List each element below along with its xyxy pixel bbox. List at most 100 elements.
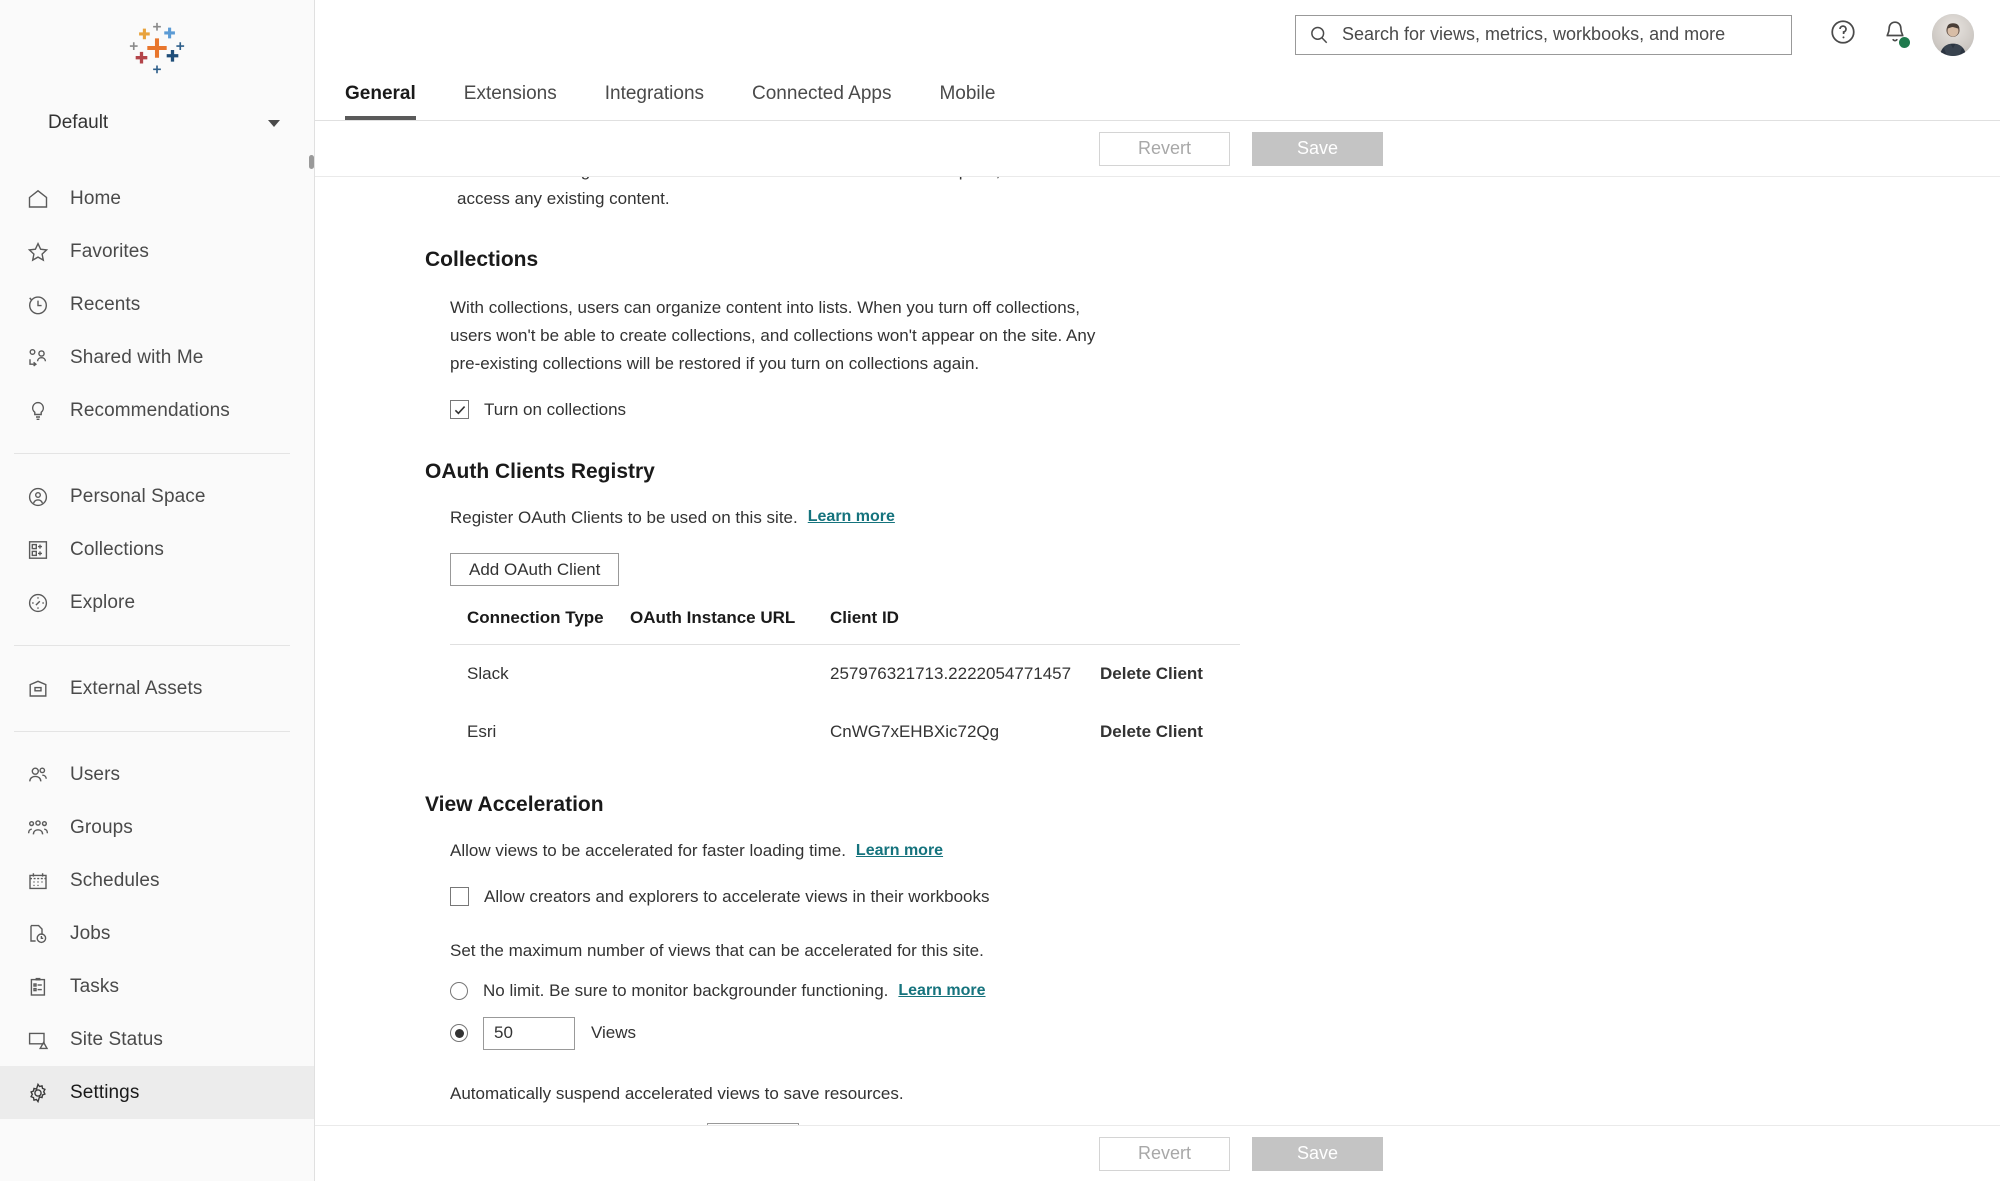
sidebar-item-label: Recents xyxy=(70,293,141,315)
notifications-button[interactable] xyxy=(1872,12,1918,58)
no-limit-learn-more-link[interactable]: Learn more xyxy=(898,982,985,1000)
allow-accelerate-checkbox[interactable] xyxy=(450,887,469,907)
turn-on-collections-checkbox[interactable] xyxy=(450,400,469,420)
sidebar-divider xyxy=(14,731,290,732)
limit-views-unit: Views xyxy=(591,1023,637,1043)
site-selector[interactable]: Default xyxy=(0,96,314,150)
sidebar-item-recommendations[interactable]: Recommendations xyxy=(0,384,314,437)
sidebar: Default Home Favorites Recents Shared wi… xyxy=(0,0,315,1181)
database-box-icon xyxy=(24,675,52,703)
oauth-description: Register OAuth Clients to be used on thi… xyxy=(450,507,798,527)
sidebar-item-recents[interactable]: Recents xyxy=(0,278,314,331)
revert-button-top[interactable]: Revert xyxy=(1099,131,1230,166)
settings-content: Users will no longer be able to add new … xyxy=(315,121,2000,1181)
sidebar-item-jobs[interactable]: Jobs xyxy=(0,907,314,960)
cell-connection-type: Esri xyxy=(467,722,497,742)
cell-client-id: 257976321713.2222054771457 xyxy=(830,664,1072,684)
sidebar-group-content: Personal Space Collections Explore xyxy=(0,470,314,629)
tab-general[interactable]: General xyxy=(345,83,416,120)
sidebar-item-home[interactable]: Home xyxy=(0,172,314,225)
sidebar-item-favorites[interactable]: Favorites xyxy=(0,225,314,278)
tab-extensions[interactable]: Extensions xyxy=(464,83,557,120)
sidebar-item-label: Home xyxy=(70,187,122,209)
calendar-icon xyxy=(24,867,52,895)
person-circle-icon xyxy=(24,483,52,511)
checkmark-icon xyxy=(454,405,465,414)
help-button[interactable] xyxy=(1820,12,1866,58)
sidebar-item-site-status[interactable]: Site Status xyxy=(0,1013,314,1066)
limit-radio-row[interactable]: 50 Views xyxy=(450,1016,2000,1050)
cell-instance-url xyxy=(630,703,830,761)
search-icon xyxy=(1308,24,1330,46)
collections-grid-icon xyxy=(24,536,52,564)
sidebar-item-label: Explore xyxy=(70,591,136,613)
save-button-top[interactable]: Save xyxy=(1252,131,1383,166)
search-input[interactable]: Search for views, metrics, workbooks, an… xyxy=(1295,14,1792,55)
revert-button-bottom[interactable]: Revert xyxy=(1099,1136,1230,1171)
gear-icon xyxy=(24,1079,52,1107)
search-placeholder: Search for views, metrics, workbooks, an… xyxy=(1342,24,1726,44)
shared-users-icon xyxy=(24,344,52,372)
limit-radio[interactable] xyxy=(450,1024,468,1043)
sidebar-item-personal-space[interactable]: Personal Space xyxy=(0,470,314,523)
oauth-section: OAuth Clients Registry Register OAuth Cl… xyxy=(425,460,2000,762)
tab-integrations[interactable]: Integrations xyxy=(605,83,704,120)
sidebar-item-groups[interactable]: Groups xyxy=(0,801,314,854)
oauth-learn-more-link[interactable]: Learn more xyxy=(808,508,895,526)
oauth-table-header-row: Connection Type OAuth Instance URL Clien… xyxy=(450,608,1240,646)
sidebar-item-schedules[interactable]: Schedules xyxy=(0,854,314,907)
help-circle-icon xyxy=(1828,17,1858,52)
home-icon xyxy=(24,185,52,213)
sidebar-item-shared-with-me[interactable]: Shared with Me xyxy=(0,331,314,384)
sidebar-item-label: Tasks xyxy=(70,975,120,997)
clock-icon xyxy=(24,291,52,319)
add-oauth-client-button[interactable]: Add OAuth Client xyxy=(450,553,620,587)
clipboard-list-icon xyxy=(24,973,52,1001)
sidebar-group-admin: Users Groups Schedules Jobs Tasks Site S… xyxy=(0,748,314,1119)
save-button-bottom[interactable]: Save xyxy=(1252,1136,1383,1171)
top-header: Search for views, metrics, workbooks, an… xyxy=(315,0,2000,69)
sidebar-item-settings[interactable]: Settings xyxy=(0,1066,314,1119)
lightbulb-icon xyxy=(24,397,52,425)
collections-title: Collections xyxy=(425,248,539,272)
groups-icon xyxy=(24,814,52,842)
sidebar-item-label: Schedules xyxy=(70,869,160,891)
sidebar-item-explore[interactable]: Explore xyxy=(0,576,314,629)
tab-mobile[interactable]: Mobile xyxy=(939,83,995,120)
sidebar-item-collections[interactable]: Collections xyxy=(0,523,314,576)
tableau-logo-icon xyxy=(129,22,185,74)
sidebar-group-assets: External Assets xyxy=(0,662,314,715)
limit-views-input[interactable]: 50 xyxy=(483,1016,575,1050)
no-limit-radio[interactable] xyxy=(450,981,468,1000)
bottom-action-bar: Revert Save xyxy=(315,1125,2000,1181)
view-acceleration-section: View Acceleration Allow views to be acce… xyxy=(425,793,2000,1157)
chevron-down-icon xyxy=(268,119,280,127)
app-root: Default Home Favorites Recents Shared wi… xyxy=(0,0,2000,1181)
oauth-title: OAuth Clients Registry xyxy=(425,459,655,483)
sidebar-item-external-assets[interactable]: External Assets xyxy=(0,662,314,715)
delete-client-button[interactable]: Delete Client xyxy=(1100,722,1203,741)
view-acceleration-learn-more-link[interactable]: Learn more xyxy=(856,842,943,860)
view-acceleration-description: Allow views to be accelerated for faster… xyxy=(450,841,846,861)
no-limit-radio-row[interactable]: No limit. Be sure to monitor backgrounde… xyxy=(450,981,2000,1001)
cell-connection-type: Slack xyxy=(467,664,509,684)
sidebar-item-label: Groups xyxy=(70,816,133,838)
allow-accelerate-row[interactable]: Allow creators and explorers to accelera… xyxy=(450,887,2000,907)
radio-dot xyxy=(454,1028,464,1038)
sidebar-item-label: External Assets xyxy=(70,677,203,699)
sidebar-divider xyxy=(14,453,290,454)
sidebar-item-label: Settings xyxy=(70,1081,140,1103)
sidebar-item-label: Favorites xyxy=(70,240,150,262)
oauth-clients-table: Connection Type OAuth Instance URL Clien… xyxy=(450,608,1240,761)
sidebar-item-tasks[interactable]: Tasks xyxy=(0,960,314,1013)
sidebar-scrollbar-thumb[interactable] xyxy=(309,155,314,169)
delete-client-button[interactable]: Delete Client xyxy=(1100,664,1203,683)
avatar[interactable] xyxy=(1932,13,1974,56)
turn-on-collections-row[interactable]: Turn on collections xyxy=(450,400,1115,420)
suspend-text: Automatically suspend accelerated views … xyxy=(450,1083,904,1103)
sidebar-item-users[interactable]: Users xyxy=(0,748,314,801)
tab-connected-apps[interactable]: Connected Apps xyxy=(752,83,891,120)
allow-accelerate-label: Allow creators and explorers to accelera… xyxy=(484,886,990,906)
star-icon xyxy=(24,238,52,266)
document-clock-icon xyxy=(24,920,52,948)
